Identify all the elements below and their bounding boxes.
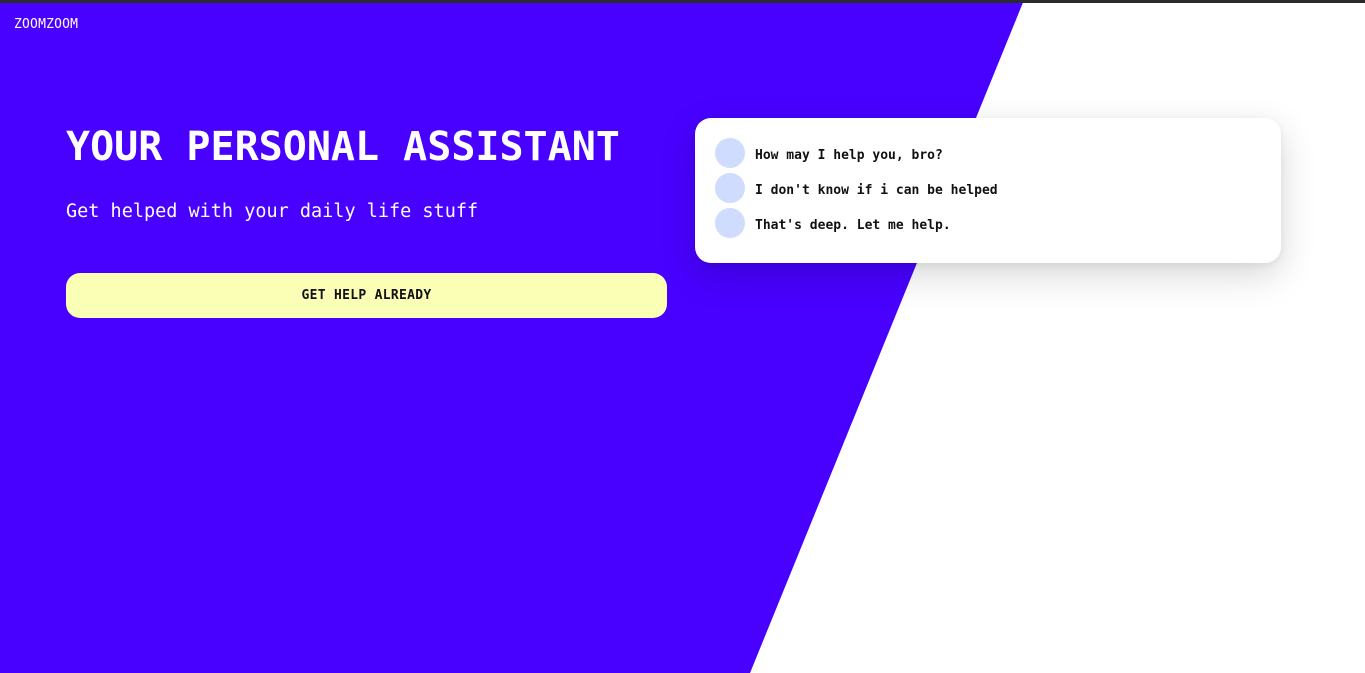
avatar-placeholder-icon — [715, 173, 745, 203]
chat-message-text: I don't know if i can be helped — [755, 182, 998, 198]
brand-logo[interactable]: ZOOMZOOM — [14, 17, 78, 33]
chat-message-text: That's deep. Let me help. — [755, 217, 951, 233]
get-help-button[interactable]: GET HELP ALREADY — [66, 273, 667, 318]
chat-message: That's deep. Let me help. — [715, 208, 1281, 238]
chat-message-text: How may I help you, bro? — [755, 147, 943, 163]
hero-background — [0, 0, 1365, 673]
chat-message: I don't know if i can be helped — [715, 173, 1281, 203]
window-top-border — [0, 0, 1365, 3]
avatar-placeholder-icon — [715, 138, 745, 168]
avatar-placeholder-icon — [715, 208, 745, 238]
chat-message: How may I help you, bro? — [715, 138, 1281, 168]
hero-diagonal-panel — [0, 0, 1024, 673]
hero-title: YOUR PERSONAL ASSISTANT — [66, 124, 620, 170]
chat-preview-card: How may I help you, bro? I don't know if… — [695, 118, 1281, 263]
hero-subtitle: Get helped with your daily life stuff — [66, 201, 479, 222]
